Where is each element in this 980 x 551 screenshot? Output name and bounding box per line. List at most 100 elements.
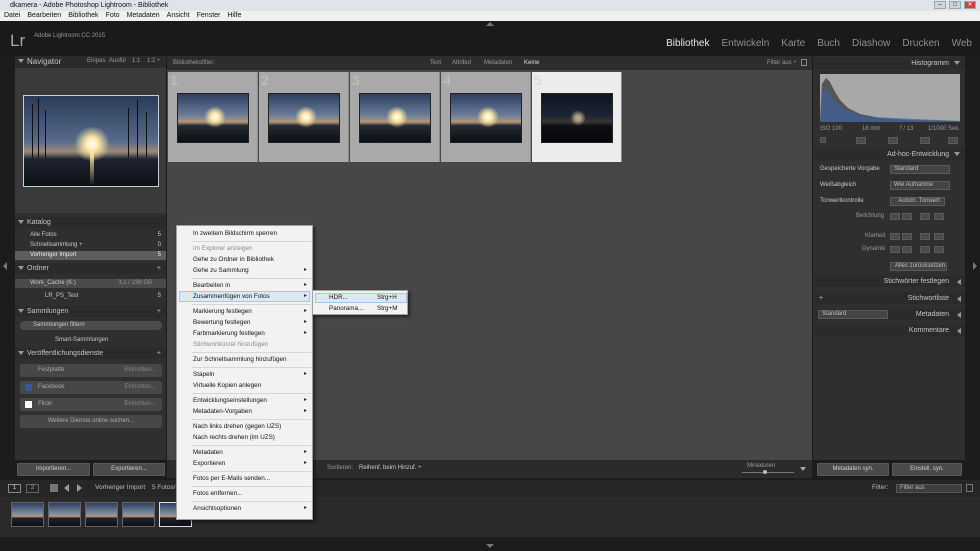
context-menu-item[interactable]: Metadaten-Vorgaben <box>193 407 252 416</box>
catalog-item-quick-collection[interactable]: Schnellsammlung + 0 <box>15 241 166 250</box>
zoom-1-1[interactable]: 1:1 <box>132 56 140 67</box>
service-facebook[interactable]: Facebook Einrichten... <box>20 381 162 394</box>
menu-foto[interactable]: Foto <box>106 11 120 21</box>
add-service-icon[interactable]: + <box>157 348 161 359</box>
tool-button[interactable] <box>920 137 930 144</box>
export-button[interactable]: Exportieren... <box>93 463 165 476</box>
vibrance-stepper[interactable] <box>890 246 948 253</box>
keyword-list-header[interactable]: + Stichwortliste <box>813 293 965 304</box>
reset-all-button[interactable]: Alles zurücksetzen <box>890 262 947 271</box>
context-menu-item[interactable]: Entwicklungseinstellungen <box>193 396 267 405</box>
step-button[interactable] <box>902 246 912 253</box>
navigator-preview-image[interactable] <box>23 95 159 187</box>
context-menu-item[interactable]: Bewertung festlegen <box>193 318 250 327</box>
step-button[interactable] <box>920 233 930 240</box>
filmstrip-thumbnail[interactable] <box>122 502 155 527</box>
photo-thumbnail[interactable] <box>177 93 249 143</box>
sync-settings-button[interactable]: Einstell. syn. <box>892 463 962 476</box>
menu-ansicht[interactable]: Ansicht <box>167 11 190 21</box>
context-menu-item[interactable]: Markierung festlegen <box>193 307 252 316</box>
grid-icon[interactable] <box>50 484 58 492</box>
step-button[interactable] <box>902 233 912 240</box>
context-menu-item[interactable]: Gehe zu Sammlung <box>193 266 249 275</box>
sync-metadata-button[interactable]: Metadaten syn. <box>817 463 889 476</box>
context-menu-item[interactable]: Nach rechts drehen (im UZS) <box>193 433 275 442</box>
import-button[interactable]: Importieren... <box>17 463 90 476</box>
minimize-button[interactable]: – <box>934 1 946 9</box>
publish-services-header[interactable]: Veröffentlichungsdienste + <box>15 348 166 359</box>
module-diashow[interactable]: Diashow <box>852 38 890 49</box>
grid-cell[interactable]: 1 <box>168 72 258 162</box>
back-arrow-icon[interactable] <box>64 484 69 492</box>
menu-bearbeiten[interactable]: Bearbeiten <box>27 11 61 21</box>
histogram-header[interactable]: Histogramm <box>813 58 965 69</box>
show-original-checkbox[interactable] <box>820 137 826 143</box>
service-setup[interactable]: Einrichten... <box>124 381 156 394</box>
module-buch[interactable]: Buch <box>817 38 840 49</box>
service-flickr[interactable]: Flickr Einrichten... <box>20 398 162 411</box>
filmstrip-source[interactable]: Vorheriger Import <box>95 484 145 491</box>
step-button[interactable] <box>934 233 944 240</box>
folder-row[interactable]: LR_PS_Test 5 <box>15 292 166 301</box>
clarity-stepper[interactable] <box>890 233 948 240</box>
service-setup[interactable]: Einrichten... <box>124 364 156 377</box>
menu-bibliothek[interactable]: Bibliothek <box>68 11 98 21</box>
maximize-button[interactable]: □ <box>949 1 961 9</box>
keywording-header[interactable]: Stichwörter festlegen <box>813 276 965 287</box>
step-button[interactable] <box>890 233 900 240</box>
module-web[interactable]: Web <box>952 38 972 49</box>
context-menu-item[interactable]: Farbmarkierung festlegen <box>193 329 265 338</box>
window-1-button[interactable]: 1 <box>8 484 21 493</box>
context-menu-item[interactable]: Nach links drehen (gegen UZS) <box>193 422 281 431</box>
zoom-fit[interactable]: Einpas <box>87 56 105 67</box>
exposure-stepper[interactable] <box>890 213 948 220</box>
filmstrip-thumbnail[interactable] <box>11 502 44 527</box>
context-menu-item[interactable]: Fotos entfernen... <box>193 489 242 498</box>
lock-icon[interactable] <box>801 59 807 66</box>
photo-thumbnail[interactable] <box>541 93 613 143</box>
menu-hilfe[interactable]: Hilfe <box>227 11 241 21</box>
context-menu-item[interactable]: In zweitem Bildschirm sperren <box>193 229 277 238</box>
top-panel-toggle-icon[interactable] <box>486 22 494 26</box>
forward-arrow-icon[interactable] <box>77 484 82 492</box>
step-button[interactable] <box>934 213 944 220</box>
step-button[interactable] <box>890 246 900 253</box>
close-button[interactable]: ✕ <box>964 1 976 9</box>
grid-cell-selected[interactable]: 5 <box>532 72 622 162</box>
context-menu-item[interactable]: Ansichtsoptionen <box>193 504 241 513</box>
context-menu-item[interactable]: Exportieren <box>193 459 225 468</box>
service-harddrive[interactable]: Festplatte Einrichten... <box>20 364 162 377</box>
context-menu-item[interactable]: Zur Schnellsammlung hinzufügen <box>193 355 286 364</box>
saved-preset-select[interactable]: Standard <box>890 165 950 174</box>
filter-text-tab[interactable]: Text <box>430 56 441 70</box>
find-more-services-button[interactable]: Weitere Dienste online suchen... <box>20 415 162 428</box>
filter-lock-icon[interactable] <box>966 484 973 492</box>
window-2-button[interactable]: 2 <box>26 484 39 493</box>
context-menu-item[interactable]: Fotos per E-Mails senden... <box>193 474 270 483</box>
filmstrip-thumbnail[interactable] <box>48 502 81 527</box>
comments-header[interactable]: Kommentare <box>813 325 965 336</box>
menu-datei[interactable]: Datei <box>4 11 20 21</box>
add-folder-icon[interactable]: + <box>157 263 161 274</box>
context-menu-item[interactable]: Metadaten <box>193 448 223 457</box>
left-panel-toggle-icon[interactable] <box>3 262 7 270</box>
add-keyword-icon[interactable]: + <box>819 293 823 304</box>
collections-filter-input[interactable]: Sammlungen filtern <box>20 321 162 330</box>
sort-select[interactable]: Reihenf. beim Hinzuf. ÷ <box>359 465 421 471</box>
filter-preset-select[interactable]: Filter aus ÷ <box>767 56 797 70</box>
white-balance-select[interactable]: Wie Aufnahme <box>890 181 950 190</box>
step-button[interactable] <box>920 246 930 253</box>
auto-tone-button[interactable]: Autom. Tonwert <box>890 197 945 206</box>
right-panel-toggle-icon[interactable] <box>973 262 977 270</box>
tool-button[interactable] <box>856 137 866 144</box>
navigator-header[interactable]: Navigator Einpas Ausfül 1:1 1:2 ÷ <box>15 56 166 67</box>
context-menu-item[interactable]: Zusammenfügen von Fotos <box>193 292 270 301</box>
photo-thumbnail[interactable] <box>450 93 522 143</box>
step-button[interactable] <box>902 213 912 220</box>
catalog-header[interactable]: Katalog <box>15 217 166 228</box>
context-menu-item[interactable]: Gehe zu Ordner in Bibliothek <box>193 255 274 264</box>
filter-metadata-tab[interactable]: Metadaten <box>484 56 512 70</box>
step-button[interactable] <box>890 213 900 220</box>
module-entwickeln[interactable]: Entwickeln <box>721 38 769 49</box>
zoom-1-2[interactable]: 1:2 ÷ <box>147 56 160 67</box>
